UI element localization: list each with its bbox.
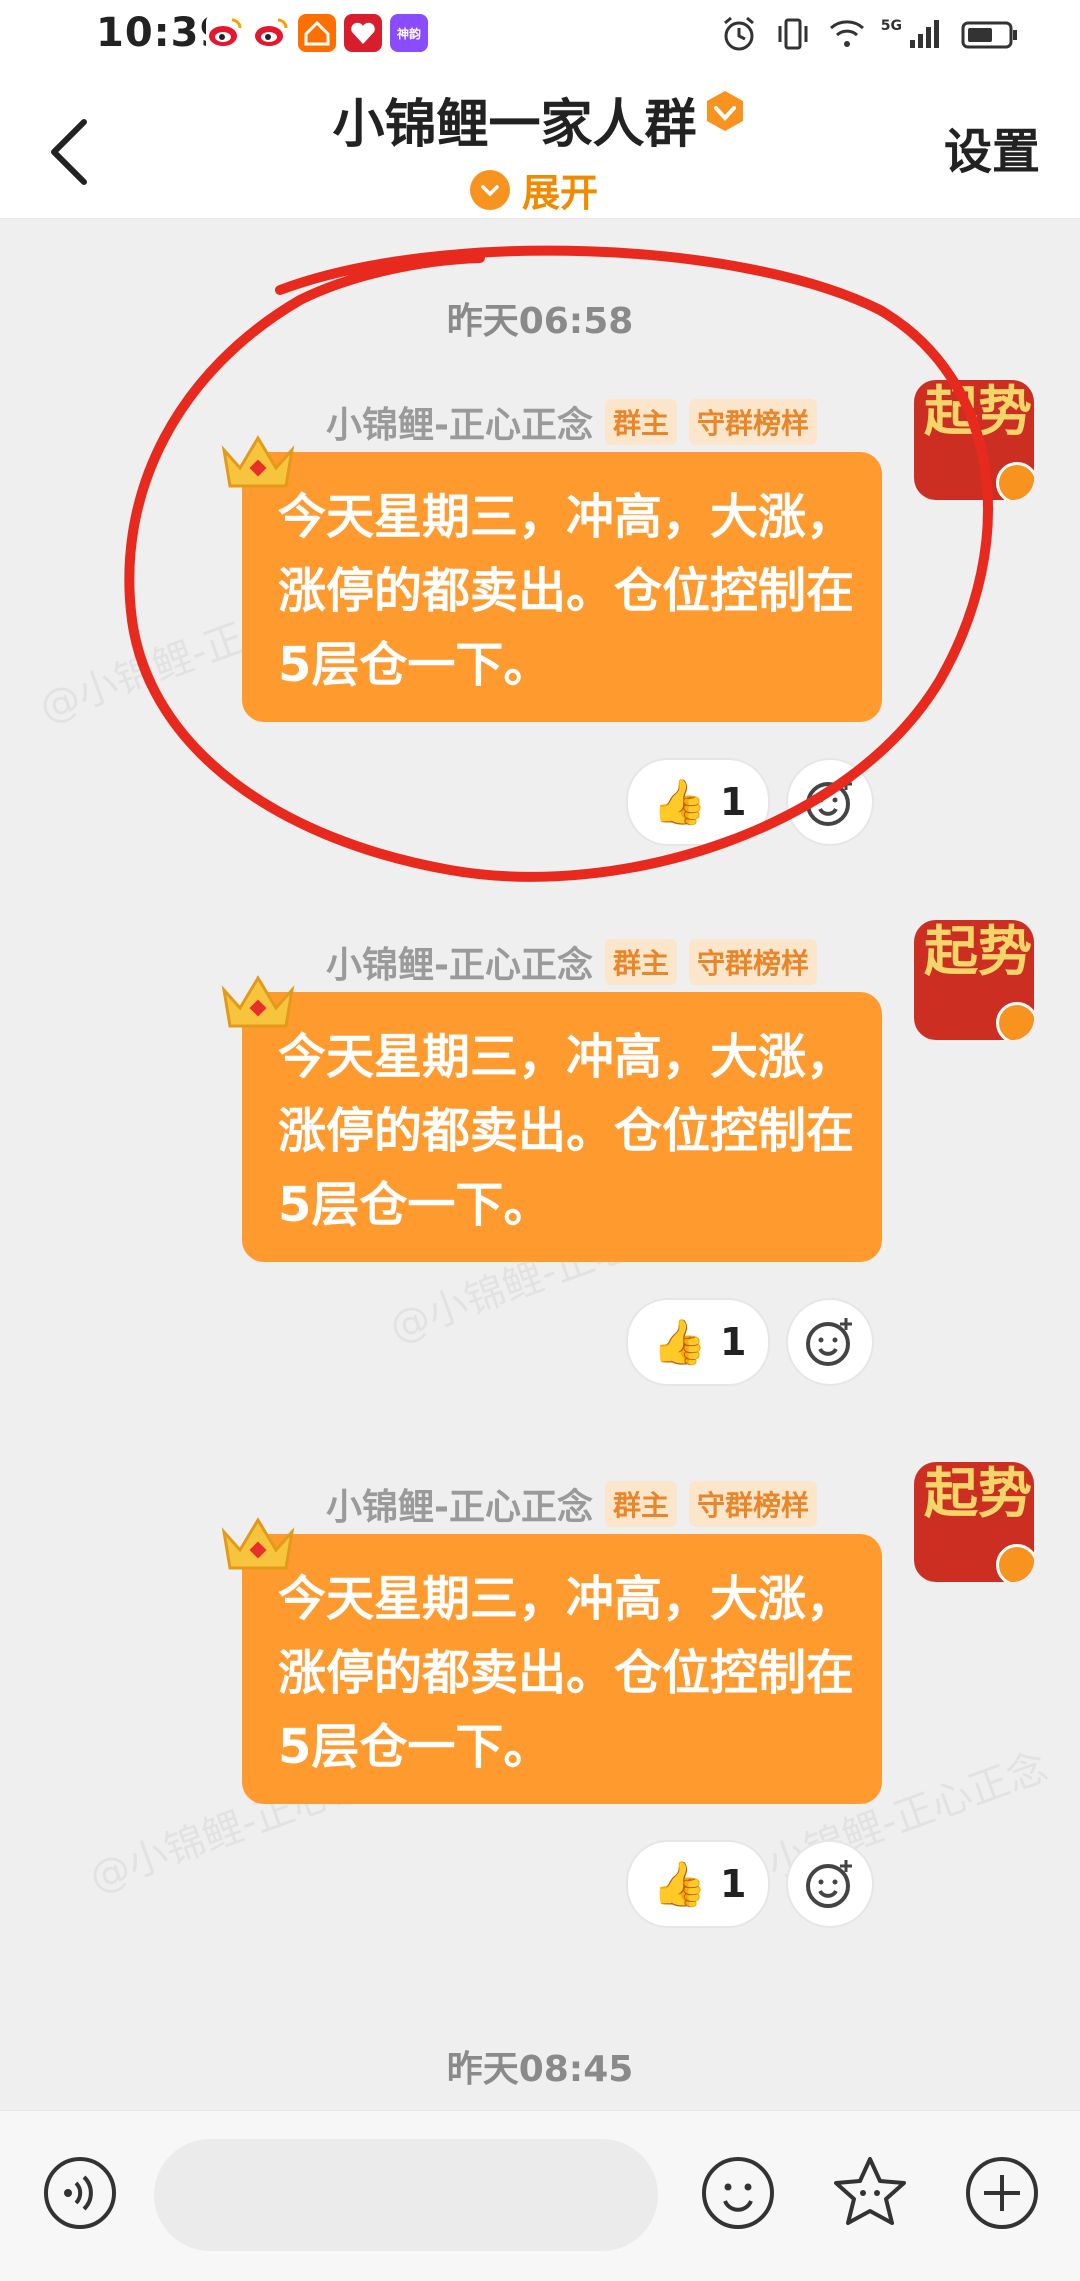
signal-icon (910, 20, 939, 48)
avatar-text: 起势 (924, 1462, 1032, 1525)
sender-row: 小锦鲤-正心正念 群主 守群榜样 (326, 1478, 817, 1530)
wifi-icon (829, 20, 864, 47)
message-text: 今天星期三，冲高，大涨，涨停的都卖出。仓位控制在5层仓一下。 (278, 1029, 855, 1233)
status-bar: 10:39 神韵 5G (0, 0, 1080, 78)
shenjing-icon: 神韵 (390, 14, 428, 52)
voice-input-icon[interactable] (40, 2153, 120, 2233)
expand-label: 展开 (522, 171, 599, 215)
emoji-icon[interactable] (698, 2153, 778, 2233)
sticker-icon[interactable] (830, 2153, 910, 2233)
annotation-circle (124, 245, 993, 882)
timestamp: 昨天08:45 (446, 2049, 634, 2090)
sender-name[interactable]: 小锦鲤-正心正念 (326, 936, 593, 988)
home-app-icon (298, 14, 336, 52)
chat-message: 小锦鲤-正心正念 群主 守群榜样 起势 今天星期三，冲高，大涨，涨停的都卖出。仓… (0, 920, 1080, 1456)
verified-badge-icon (706, 91, 743, 131)
crown-icon (221, 1517, 295, 1570)
title-wrap: 小锦鲤一家人群 (0, 78, 1080, 157)
message-bubble[interactable]: 今天星期三，冲高，大涨，涨停的都卖出。仓位控制在5层仓一下。 (242, 1534, 882, 1804)
message-input[interactable] (154, 2139, 658, 2251)
weibo-icon (206, 14, 244, 52)
thumbs-up-icon: 👍 (652, 1317, 707, 1368)
add-reaction-button[interactable] (786, 1298, 874, 1386)
group-title[interactable]: 小锦鲤一家人群 (332, 82, 696, 157)
chat-header: 小锦鲤一家人群 展开 设置 (0, 78, 1080, 219)
weibo-icon (252, 14, 290, 52)
honor-tag: 守群榜样 (688, 1481, 817, 1527)
avatar[interactable]: 起势 (914, 1462, 1034, 1582)
honor-tag: 守群榜样 (688, 939, 817, 985)
avatar[interactable]: 起势 (914, 920, 1034, 1040)
network-type: 5G (880, 18, 902, 34)
sender-row: 小锦鲤-正心正念 群主 守群榜样 (326, 936, 817, 988)
reaction-chip[interactable]: 👍 1 (626, 1298, 770, 1386)
verified-check-icon (996, 1544, 1034, 1582)
input-bar (0, 2110, 1080, 2281)
notification-app-icons: 神韵 (206, 14, 428, 52)
reaction-count: 1 (720, 1320, 747, 1364)
add-more-icon[interactable] (962, 2153, 1042, 2233)
sender-name[interactable]: 小锦鲤-正心正念 (326, 1478, 593, 1530)
message-bubble[interactable]: 今天星期三，冲高，大涨，涨停的都卖出。仓位控制在5层仓一下。 (242, 992, 882, 1262)
reaction-chip[interactable]: 👍 1 (626, 1840, 770, 1928)
vibrate-icon (778, 18, 808, 50)
verified-check-icon (996, 462, 1034, 500)
owner-tag: 群主 (604, 939, 677, 985)
message-text: 今天星期三，冲高，大涨，涨停的都卖出。仓位控制在5层仓一下。 (278, 1571, 855, 1775)
owner-tag: 群主 (604, 1481, 677, 1527)
heart-app-icon (344, 14, 382, 52)
expand-button[interactable]: 展开 (470, 162, 598, 217)
status-right-icons: 5G (719, 14, 1020, 54)
crown-icon (221, 975, 295, 1028)
chevron-down-icon (470, 169, 510, 210)
add-emoji-icon (806, 1860, 852, 1908)
shenjing-label: 神韵 (396, 26, 421, 41)
reaction-count: 1 (720, 1862, 747, 1906)
settings-button[interactable]: 设置 (944, 112, 1040, 182)
thumbs-up-icon: 👍 (652, 1859, 707, 1910)
add-emoji-icon (806, 1318, 852, 1366)
alarm-icon (723, 16, 754, 51)
avatar-text: 起势 (924, 920, 1032, 983)
add-reaction-button[interactable] (786, 1840, 874, 1928)
chat-message: 小锦鲤-正心正念 群主 守群榜样 起势 今天星期三，冲高，大涨，涨停的都卖出。仓… (0, 1462, 1080, 1998)
verified-check-icon (996, 1002, 1034, 1040)
battery-icon (961, 21, 1017, 49)
